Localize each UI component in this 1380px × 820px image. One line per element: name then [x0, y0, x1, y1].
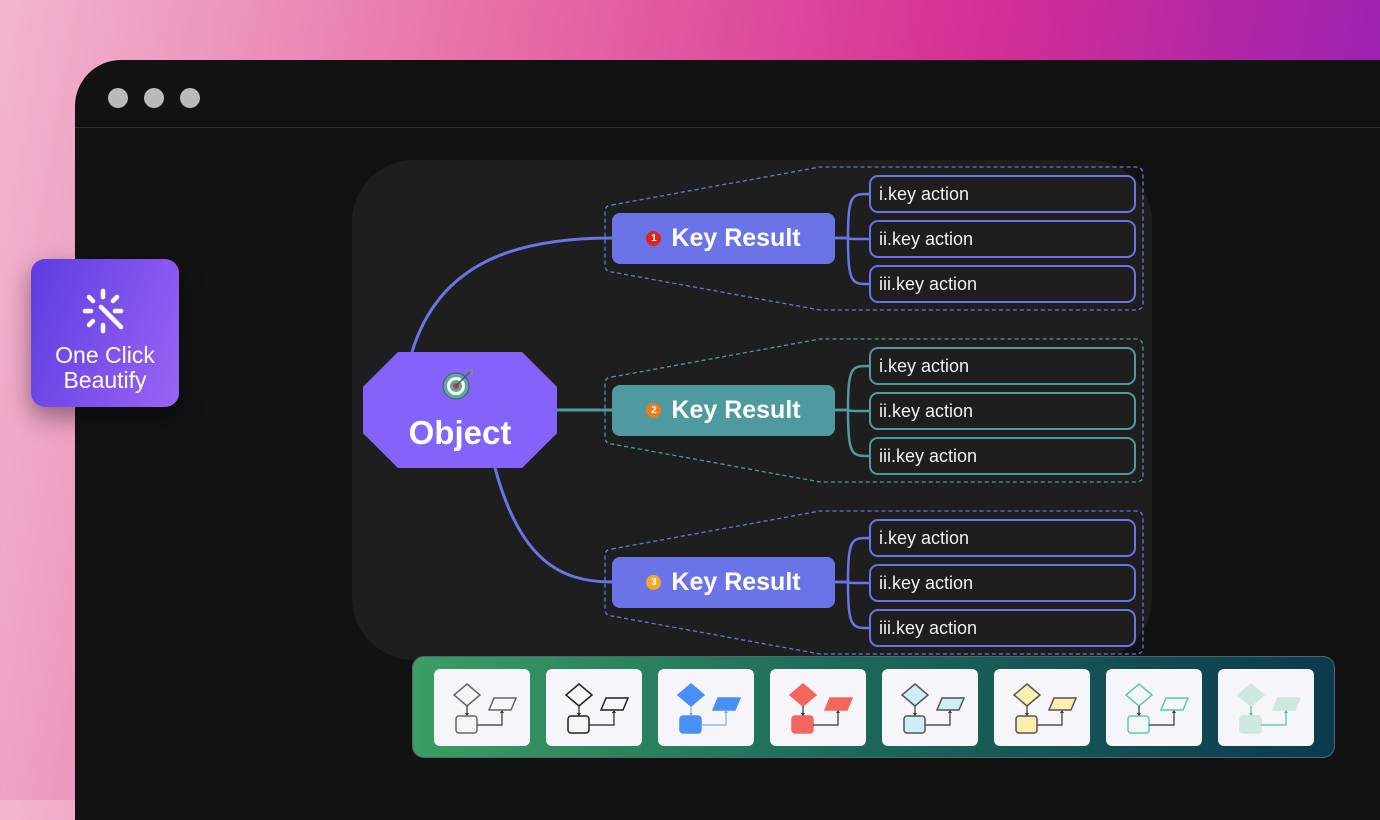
target-dart-icon [442, 369, 473, 400]
key-action-node[interactable]: iii.key action [869, 437, 1136, 475]
theme-palette-bar [412, 656, 1335, 758]
key-action-node[interactable]: ii.key action [869, 564, 1136, 602]
theme-card[interactable] [1106, 669, 1202, 746]
action-link [835, 536, 870, 584]
root-link [410, 236, 613, 353]
flowchart-preview-icon [452, 683, 518, 734]
theme-card[interactable] [1218, 669, 1314, 746]
theme-card[interactable] [994, 669, 1090, 746]
magic-wand-sparkle-icon [82, 288, 124, 334]
key-result-label: Key Result [671, 396, 801, 424]
theme-card[interactable] [546, 669, 642, 746]
key-action-node[interactable]: i.key action [869, 175, 1136, 213]
root-link [493, 467, 613, 584]
flowchart-preview-icon [1012, 683, 1078, 734]
theme-card[interactable] [658, 669, 754, 746]
key-result-node[interactable]: 2 Key Result [612, 385, 835, 436]
beautify-label-line1: One Click [55, 342, 155, 368]
key-action-node[interactable]: ii.key action [869, 220, 1136, 258]
key-action-node[interactable]: ii.key action [869, 392, 1136, 430]
key-action-node[interactable]: i.key action [869, 519, 1136, 557]
theme-card[interactable] [434, 669, 530, 746]
action-link [835, 580, 870, 630]
priority-badge: 2 [646, 403, 662, 418]
one-click-beautify-button[interactable]: One Click Beautify [31, 259, 179, 407]
flowchart-preview-icon [564, 683, 630, 734]
action-link [835, 364, 870, 412]
action-link [835, 408, 870, 458]
key-result-label: Key Result [671, 224, 801, 252]
priority-badge: 1 [646, 231, 662, 246]
theme-card[interactable] [770, 669, 866, 746]
key-action-node[interactable]: i.key action [869, 347, 1136, 385]
priority-badge: 3 [646, 575, 662, 590]
flowchart-preview-icon [900, 683, 966, 734]
beautify-label-line2: Beautify [63, 367, 147, 393]
root-node-object[interactable]: Object [363, 352, 557, 468]
flowchart-preview-icon [788, 683, 854, 734]
key-result-node[interactable]: 1 Key Result [612, 213, 835, 264]
action-link [835, 192, 870, 240]
theme-card[interactable] [882, 669, 978, 746]
flowchart-preview-icon [1236, 683, 1302, 734]
key-result-label: Key Result [671, 568, 801, 596]
action-link [835, 236, 870, 286]
key-result-node[interactable]: 3 Key Result [612, 557, 835, 608]
flowchart-preview-icon [1124, 683, 1190, 734]
key-action-node[interactable]: iii.key action [869, 265, 1136, 303]
root-label: Object [408, 414, 512, 451]
flowchart-preview-icon [676, 683, 742, 734]
key-action-node[interactable]: iii.key action [869, 609, 1136, 647]
